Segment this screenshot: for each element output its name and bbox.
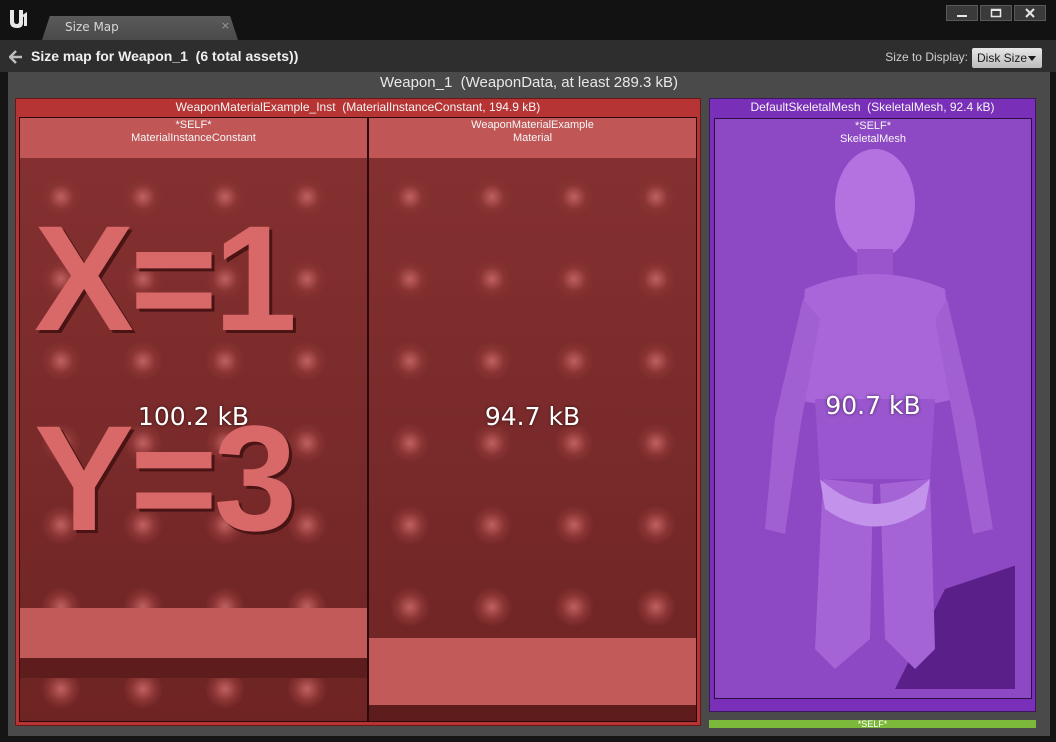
size-map-treemap: Weapon_1 (WeaponData, at least 289.3 kB)… — [8, 72, 1050, 736]
cell-name: *SELF* — [175, 119, 212, 131]
treemap-cell-weapon-material-example[interactable]: WeaponMaterialExample Material 94.7 kB — [368, 117, 697, 722]
node-label: *SELF* — [857, 720, 888, 728]
minimize-button[interactable] — [946, 5, 978, 21]
tab-size-map[interactable]: Size Map × — [42, 16, 238, 40]
maximize-button[interactable] — [980, 5, 1012, 21]
tab-close-icon[interactable]: × — [221, 19, 230, 32]
cell-type: SkeletalMesh — [839, 133, 907, 145]
thumbnail-bottom-band — [369, 638, 696, 708]
cell-header: WeaponMaterialExample Material — [369, 119, 696, 145]
cell-name: WeaponMaterialExample — [471, 119, 594, 131]
cell-header: *SELF* MaterialInstanceConstant — [20, 119, 367, 145]
thumbnail-dark-strip — [20, 658, 367, 678]
node-label: DefaultSkeletalMesh (SkeletalMesh, 92.4 … — [750, 100, 995, 114]
treemap-node-self[interactable]: *SELF* — [709, 720, 1036, 728]
close-button[interactable] — [1014, 5, 1046, 21]
size-to-display-dropdown[interactable]: Disk Size — [972, 48, 1042, 68]
node-label: WeaponMaterialExample_Inst (MaterialInst… — [175, 100, 541, 114]
material-thumbnail — [369, 156, 696, 721]
close-icon — [1025, 8, 1035, 18]
cell-size-value: 90.7 kB — [825, 391, 921, 420]
cell-size-value: 100.2 kB — [137, 402, 250, 431]
back-arrow-icon[interactable] — [9, 50, 23, 64]
root-node-label: Weapon_1 (WeaponData, at least 289.3 kB) — [380, 74, 678, 91]
cell-type: Material — [512, 132, 553, 144]
title-bar: Size Map × — [0, 0, 1056, 40]
treemap-node-material-instance[interactable]: WeaponMaterialExample_Inst (MaterialInst… — [15, 98, 701, 726]
maximize-icon — [990, 8, 1002, 18]
minimize-icon — [957, 15, 967, 17]
treemap-cell-self-material-instance[interactable]: X=1 Y=3 *SELF* MaterialInstanceConstant … — [19, 117, 368, 722]
size-map-title: Size map for Weapon_1 (6 total assets)) — [31, 48, 299, 64]
treemap-node-skeletal-mesh[interactable]: DefaultSkeletalMesh (SkeletalMesh, 92.4 … — [709, 98, 1036, 712]
toolbar: Size map for Weapon_1 (6 total assets)) … — [0, 40, 1056, 72]
tab-label: Size Map — [65, 20, 119, 34]
treemap-cell-self-skeletal-mesh[interactable]: *SELF* SkeletalMesh 90.7 kB — [714, 118, 1032, 699]
cell-size-value: 94.7 kB — [484, 402, 581, 431]
chevron-down-icon — [1028, 56, 1036, 61]
cell-name: *SELF* — [854, 120, 892, 132]
size-to-display-label: Size to Display: — [885, 50, 968, 64]
cell-header: *SELF* SkeletalMesh — [715, 120, 1031, 146]
unreal-logo-icon — [10, 10, 27, 28]
thumbnail-dark-strip — [369, 705, 696, 721]
window-controls — [946, 5, 1046, 21]
thumbnail-text-x: X=1 — [34, 194, 297, 362]
cell-type: MaterialInstanceConstant — [131, 132, 256, 144]
size-to-display-value: Disk Size — [977, 51, 1028, 65]
